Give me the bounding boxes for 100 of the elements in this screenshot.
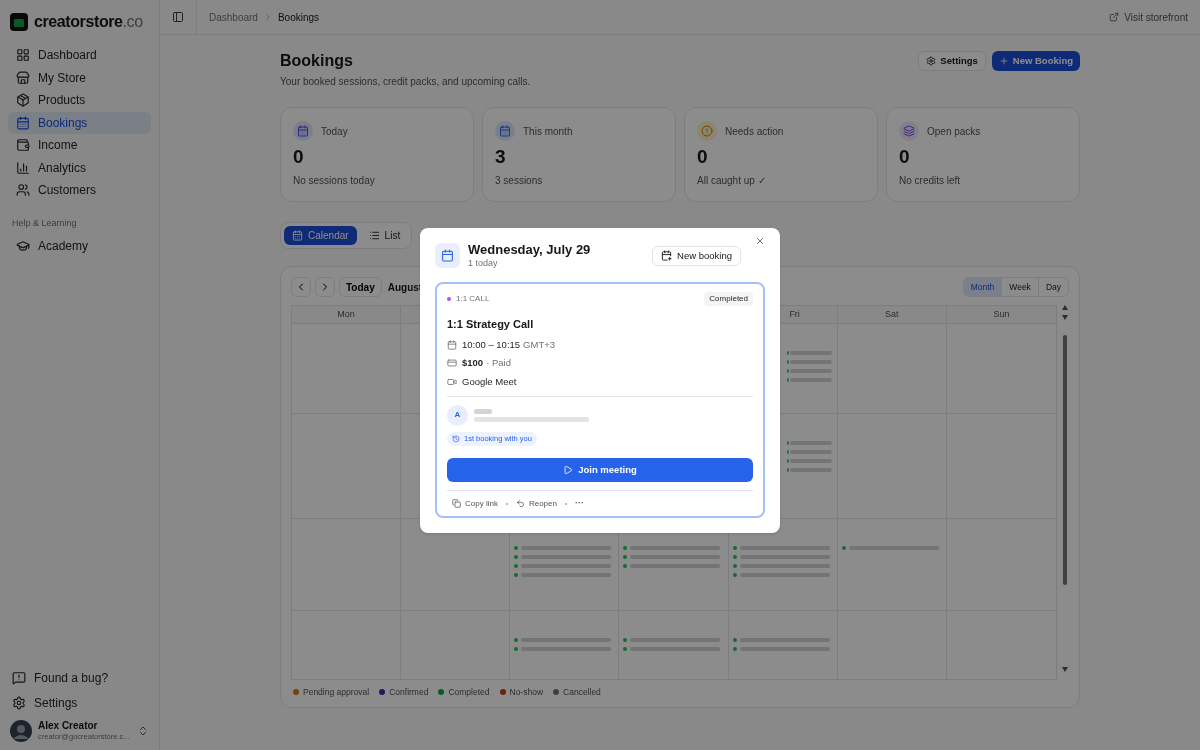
bar-chart-icon xyxy=(16,160,30,175)
logo-icon xyxy=(10,13,28,31)
sidebar-item[interactable]: Settings xyxy=(8,692,151,714)
new-booking-button[interactable]: New Booking xyxy=(991,51,1080,71)
booking-time: 10:00 – 10:15 xyxy=(462,338,521,352)
previous-button[interactable] xyxy=(291,277,311,297)
booking-type: 1:1 CALL xyxy=(456,292,490,305)
view-tab[interactable]: List xyxy=(360,226,409,245)
legend-label: Pending approval xyxy=(303,686,370,699)
plus-icon xyxy=(998,56,1009,66)
external-link-icon xyxy=(1109,12,1120,22)
stat-label: Open packs xyxy=(927,124,981,139)
sidebar-item[interactable]: My Store xyxy=(8,66,151,89)
settings-icon xyxy=(12,696,26,710)
range-tab[interactable]: Week xyxy=(1001,278,1038,296)
calendar-plus-icon xyxy=(661,250,673,262)
sidebar-item[interactable]: Bookings xyxy=(8,111,151,134)
calendar-icon xyxy=(292,230,303,241)
today-button[interactable]: Today xyxy=(339,277,382,297)
breadcrumb-link[interactable]: Dashboard xyxy=(209,9,258,25)
calendar-icon xyxy=(447,340,457,351)
location: Google Meet xyxy=(462,374,517,389)
range-tab[interactable]: Month xyxy=(963,278,1002,296)
sidebar-item[interactable]: Academy xyxy=(8,234,151,257)
users-icon xyxy=(16,183,30,197)
legend-label: Completed xyxy=(448,686,490,699)
next-button[interactable] xyxy=(315,277,335,297)
stat-note: 3 sessions xyxy=(495,173,544,188)
booking-title: 1:1 Strategy Call xyxy=(447,316,535,332)
timezone: GMT+3 xyxy=(523,338,556,352)
view-tab[interactable]: Calendar xyxy=(284,226,357,245)
undo-icon xyxy=(515,499,525,508)
stat-note: All caught up ✓ xyxy=(697,173,767,188)
price: $100 xyxy=(462,356,484,371)
grid-icon xyxy=(16,48,30,62)
brand-name: creatorstore.co xyxy=(34,12,143,32)
stat-value: 0 xyxy=(899,145,911,169)
message-alert-icon xyxy=(12,671,26,685)
chevrons-icon xyxy=(137,725,149,737)
dialog-title: Wednesday, July 29 xyxy=(468,242,591,259)
legend-label: Cancelled xyxy=(563,686,601,699)
visit-storefront-link[interactable]: Visit storefront xyxy=(1109,9,1188,25)
legend-label: Confirmed xyxy=(389,686,429,699)
blurred-event-drawing xyxy=(786,449,833,455)
stat-label: Needs action xyxy=(725,124,784,139)
history-icon xyxy=(452,434,460,443)
sidebar-item[interactable]: Income xyxy=(8,134,151,156)
sidebar-toggle-icon[interactable] xyxy=(172,11,184,23)
stat-label: Today xyxy=(321,124,348,139)
calendar-icon xyxy=(16,115,30,130)
page-subtitle: Your booked sessions, credit packs, and upcoming calls. xyxy=(280,75,531,89)
status-tag: Completed xyxy=(704,291,753,306)
close-button[interactable] xyxy=(755,236,765,246)
more-button[interactable]: ··· xyxy=(574,496,584,511)
stat-value: 3 xyxy=(495,145,507,169)
play-icon xyxy=(563,464,574,475)
user-name: Alex Creator xyxy=(38,720,99,732)
section-label: Help & Learning xyxy=(11,217,78,230)
close-icon xyxy=(755,236,765,246)
legend-label: No-show xyxy=(509,686,544,699)
new-booking-button[interactable]: New booking xyxy=(652,245,741,266)
sidebar-item[interactable]: Analytics xyxy=(8,156,151,179)
avatar xyxy=(10,720,32,742)
copy-icon xyxy=(452,499,461,508)
sidebar-item[interactable]: Products xyxy=(8,89,151,111)
weekday-header: Sat xyxy=(885,307,899,321)
video-icon xyxy=(447,376,457,387)
blurred-event-drawing xyxy=(786,458,833,464)
card-action[interactable]: Reopen xyxy=(515,497,557,510)
stat-note: No sessions today xyxy=(293,173,376,188)
weekday-header: Sun xyxy=(993,307,1010,321)
breadcrumb-current: Bookings xyxy=(277,10,320,25)
sidebar-item[interactable]: Customers xyxy=(8,179,151,201)
join-meeting-button[interactable]: Join meeting xyxy=(447,457,753,482)
blurred-event-drawing xyxy=(786,368,833,374)
sidebar-item[interactable]: Dashboard xyxy=(8,44,151,66)
page-title: Bookings xyxy=(280,51,354,71)
card-action[interactable]: Copy link xyxy=(452,497,498,510)
blurred-event-drawing xyxy=(786,377,833,383)
sidebar-item[interactable]: Found a bug? xyxy=(8,667,151,689)
blurred-event-drawing xyxy=(786,359,833,365)
settings-button[interactable]: Settings xyxy=(918,51,986,71)
blurred-event-drawing xyxy=(786,350,833,356)
wallet-icon xyxy=(16,138,30,152)
stat-note: No credits left xyxy=(899,173,962,188)
settings-icon xyxy=(926,56,937,66)
graduation-cap-icon xyxy=(16,238,30,253)
customer-avatar: A xyxy=(447,404,468,426)
blurred-event-drawing xyxy=(786,440,833,446)
box-icon xyxy=(16,93,30,107)
blurred-event-drawing xyxy=(786,467,833,473)
stat-value: 0 xyxy=(293,145,305,169)
stat-value: 0 xyxy=(697,145,709,169)
store-icon xyxy=(16,70,30,85)
list-icon xyxy=(368,230,380,241)
weekday-header: Fri xyxy=(789,307,800,321)
card-icon xyxy=(447,358,457,369)
weekday-header: Mon xyxy=(337,307,355,321)
payment-status: · Paid xyxy=(486,356,511,371)
range-tab[interactable]: Day xyxy=(1037,278,1068,296)
